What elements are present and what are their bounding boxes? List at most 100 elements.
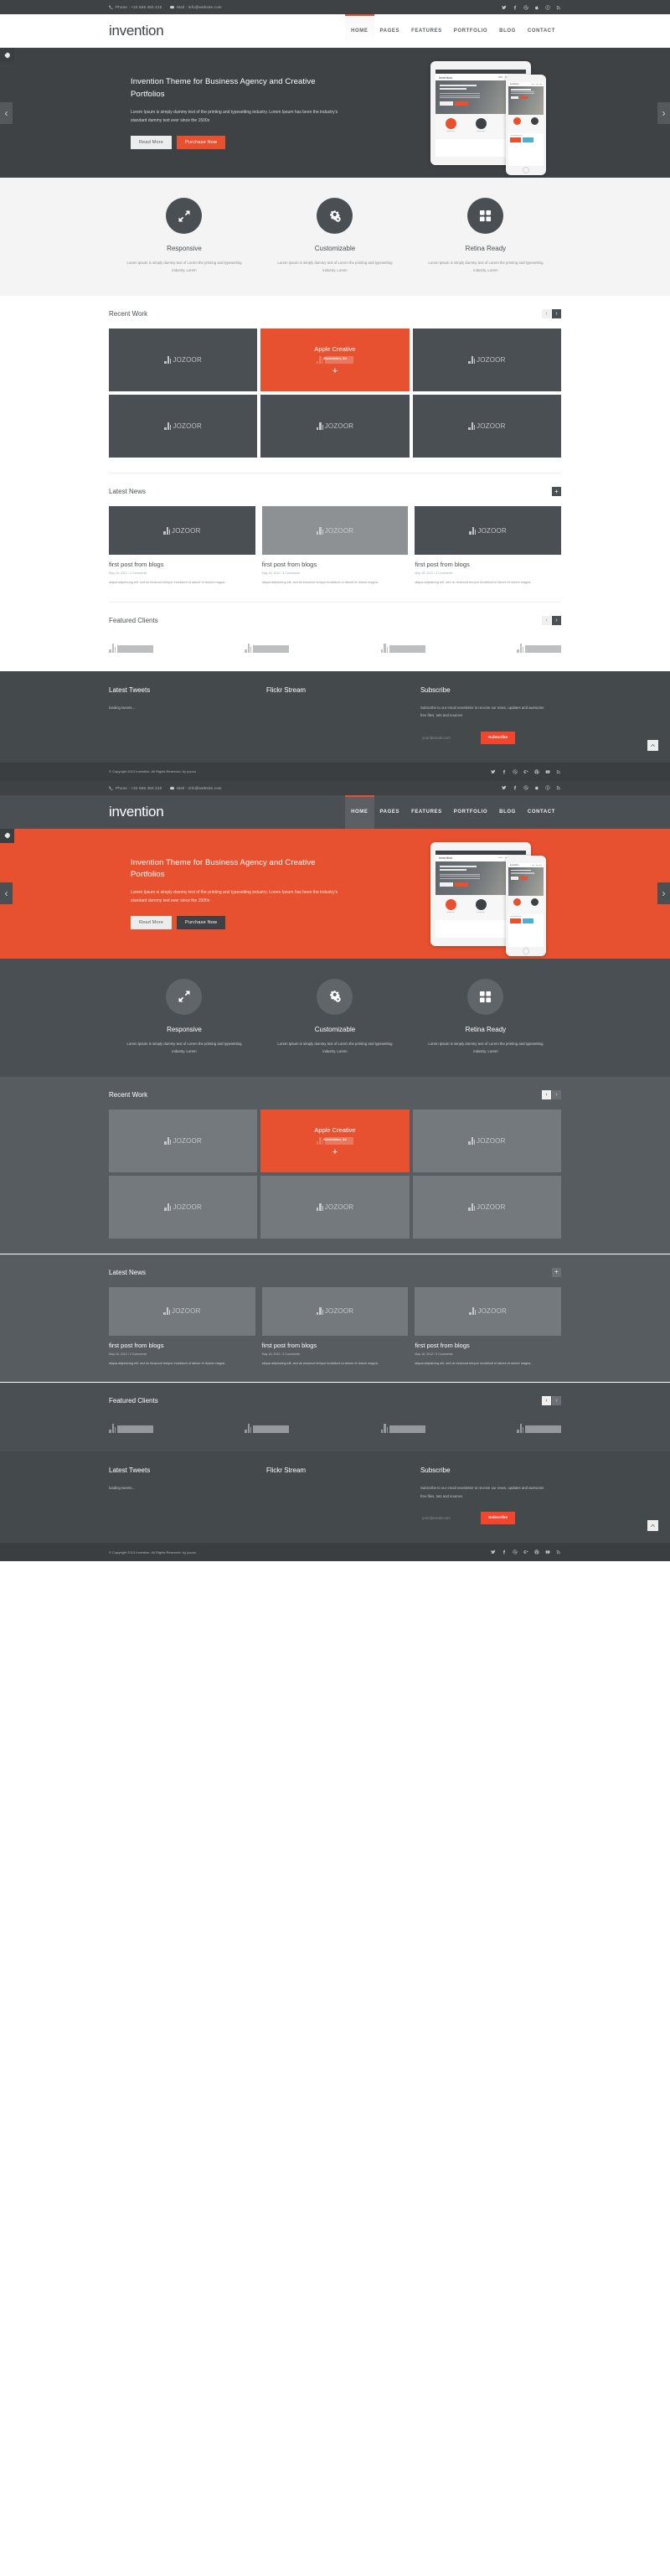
nav-item-home[interactable]: HOME <box>345 14 374 48</box>
work-item[interactable]: JOZOOR <box>109 328 258 392</box>
settings-gear-button[interactable] <box>0 48 14 62</box>
work-item-featured[interactable]: JOZOOR Apple Creative Illustration, 3d + <box>260 328 410 392</box>
news-thumbnail[interactable]: JOZOOR <box>109 506 255 556</box>
client-logo[interactable]: JOZOOR <box>380 643 425 653</box>
news-thumbnail[interactable]: JOZOOR <box>415 1286 561 1336</box>
site-logo[interactable]: invention <box>109 804 164 820</box>
skype-icon[interactable] <box>545 785 550 790</box>
nav-item-blog[interactable]: BLOG <box>493 14 522 48</box>
news-title[interactable]: first post from blogs <box>415 1342 561 1349</box>
client-logo[interactable]: JOZOOR <box>109 1424 153 1434</box>
news-card[interactable]: JOZOOR first post from blogs May 18, 201… <box>415 1286 561 1368</box>
clients-prev-button[interactable]: ‹ <box>542 1396 551 1406</box>
news-card[interactable]: JOZOOR first post from blogs May 18, 201… <box>415 506 561 587</box>
settings-gear-button[interactable] <box>0 828 14 843</box>
google-plus-icon[interactable] <box>523 1549 528 1554</box>
dribbble-icon[interactable] <box>523 4 528 10</box>
scroll-to-top-button[interactable] <box>647 739 658 751</box>
work-item[interactable]: JOZOOR <box>260 1175 410 1239</box>
news-title[interactable]: first post from blogs <box>262 1342 409 1349</box>
work-item[interactable]: JOZOOR <box>109 1175 258 1239</box>
work-next-button[interactable]: › <box>552 1089 561 1099</box>
work-prev-button[interactable]: ‹ <box>542 1089 551 1099</box>
slider-next-button[interactable]: › <box>657 882 670 905</box>
nav-item-home[interactable]: HOME <box>345 794 374 829</box>
work-item[interactable]: JOZOOR <box>412 1175 561 1239</box>
work-next-button[interactable]: › <box>552 309 561 319</box>
news-thumbnail[interactable]: JOZOOR <box>261 506 409 556</box>
apple-icon[interactable] <box>534 785 539 790</box>
twitter-icon[interactable] <box>502 785 507 790</box>
facebook-icon[interactable] <box>513 5 518 10</box>
rss-icon[interactable] <box>556 5 561 10</box>
nav-item-portfolio[interactable]: PORTFOLIO <box>448 795 493 829</box>
work-item[interactable]: JOZOOR <box>260 395 410 458</box>
read-more-button[interactable]: Read More <box>131 135 173 149</box>
nav-item-features[interactable]: FEATURES <box>405 795 448 829</box>
news-more-button[interactable]: + <box>552 487 561 497</box>
youtube-icon[interactable] <box>545 769 550 774</box>
news-thumbnail[interactable]: JOZOOR <box>109 1286 255 1336</box>
site-logo[interactable]: invention <box>109 23 164 39</box>
twitter-icon[interactable] <box>491 1549 496 1554</box>
dribbble-icon[interactable] <box>513 768 518 774</box>
work-item[interactable]: JOZOOR <box>109 395 258 458</box>
nav-item-blog[interactable]: BLOG <box>493 795 522 829</box>
work-item[interactable]: JOZOOR <box>109 1109 258 1172</box>
nav-item-contact[interactable]: CONTACT <box>522 795 561 829</box>
slider-prev-button[interactable]: ‹ <box>0 101 13 124</box>
news-title[interactable]: first post from blogs <box>109 1342 255 1349</box>
nav-item-pages[interactable]: PAGES <box>374 14 406 48</box>
facebook-icon[interactable] <box>502 769 507 774</box>
facebook-icon[interactable] <box>513 785 518 790</box>
dribbble-icon[interactable] <box>513 1549 518 1554</box>
news-thumbnail[interactable]: JOZOOR <box>261 1286 409 1336</box>
subscribe-button[interactable]: Subscribe <box>480 731 516 744</box>
rss-icon[interactable] <box>556 1549 561 1554</box>
clients-next-button[interactable]: › <box>552 1396 561 1406</box>
news-card[interactable]: JOZOOR first post from blogs May 18, 201… <box>109 506 255 587</box>
client-logo[interactable]: JOZOOR <box>517 643 561 653</box>
rss-icon[interactable] <box>556 785 561 790</box>
purchase-now-button[interactable]: Purchase Now <box>177 916 226 930</box>
work-prev-button[interactable]: ‹ <box>542 309 551 319</box>
nav-item-portfolio[interactable]: PORTFOLIO <box>448 14 493 48</box>
youtube-icon[interactable] <box>545 1549 550 1554</box>
news-card[interactable]: JOZOOR first post from blogs May 18, 201… <box>261 506 409 587</box>
purchase-now-button[interactable]: Purchase Now <box>177 135 226 149</box>
client-logo[interactable]: JOZOOR <box>517 1424 561 1434</box>
clients-prev-button[interactable]: ‹ <box>542 615 551 625</box>
work-zoom-plus-icon[interactable]: + <box>332 1147 338 1157</box>
read-more-button[interactable]: Read More <box>131 916 173 930</box>
subscribe-email-input[interactable] <box>420 731 481 744</box>
news-card[interactable]: JOZOOR first post from blogs May 18, 201… <box>261 1286 409 1368</box>
subscribe-email-input[interactable] <box>420 1512 481 1525</box>
client-logo[interactable]: JOZOOR <box>245 643 290 653</box>
slider-next-button[interactable]: › <box>657 101 670 124</box>
skype-icon[interactable] <box>545 4 550 10</box>
twitter-icon[interactable] <box>491 769 496 774</box>
rss-icon[interactable] <box>556 769 561 774</box>
subscribe-button[interactable]: Subscribe <box>480 1512 516 1525</box>
twitter-icon[interactable] <box>502 5 507 10</box>
news-title[interactable]: first post from blogs <box>109 561 255 568</box>
work-item[interactable]: JOZOOR <box>412 328 561 392</box>
pinterest-icon[interactable] <box>534 768 539 774</box>
news-thumbnail[interactable]: JOZOOR <box>415 506 561 556</box>
pinterest-icon[interactable] <box>534 1549 539 1554</box>
news-more-button[interactable]: + <box>552 1267 561 1277</box>
dribbble-icon[interactable] <box>523 785 528 790</box>
work-zoom-plus-icon[interactable]: + <box>332 367 338 376</box>
facebook-icon[interactable] <box>502 1549 507 1554</box>
nav-item-pages[interactable]: PAGES <box>374 795 406 829</box>
news-card[interactable]: JOZOOR first post from blogs May 18, 201… <box>109 1286 255 1368</box>
client-logo[interactable]: JOZOOR <box>245 1424 290 1434</box>
google-plus-icon[interactable] <box>523 769 528 774</box>
nav-item-features[interactable]: FEATURES <box>405 14 448 48</box>
work-item[interactable]: JOZOOR <box>412 1109 561 1172</box>
news-title[interactable]: first post from blogs <box>415 561 561 568</box>
work-item-featured[interactable]: JOZOOR Apple Creative Illustration, 3d + <box>260 1109 410 1172</box>
scroll-to-top-button[interactable] <box>647 1520 658 1532</box>
news-title[interactable]: first post from blogs <box>262 561 409 568</box>
nav-item-contact[interactable]: CONTACT <box>522 14 561 48</box>
